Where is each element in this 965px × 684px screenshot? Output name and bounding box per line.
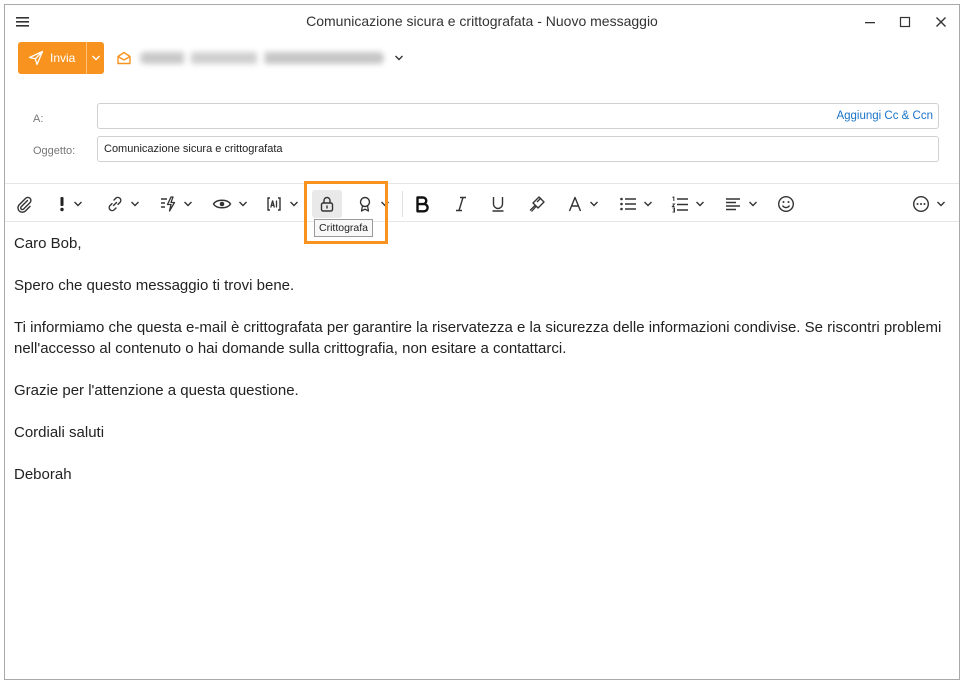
send-button[interactable]: Invia xyxy=(18,42,104,74)
lock-icon xyxy=(320,196,334,212)
paperclip-icon xyxy=(17,196,32,213)
emoji-button[interactable] xyxy=(777,190,795,218)
send-options-button[interactable] xyxy=(87,42,104,74)
ai-assistant-button[interactable] xyxy=(265,190,299,218)
chevron-down-icon xyxy=(937,201,945,207)
bullet-list-icon xyxy=(620,197,636,211)
chevron-down-icon xyxy=(381,201,389,207)
italic-icon xyxy=(456,196,466,212)
chevron-down-icon xyxy=(749,201,757,207)
quick-text-button[interactable] xyxy=(159,190,193,218)
compose-window: Comunicazione sicura e crittografata - N… xyxy=(4,4,960,680)
signature: Deborah xyxy=(14,466,72,483)
bold-icon xyxy=(416,196,429,213)
underline-icon xyxy=(492,197,504,212)
to-label: A: xyxy=(33,113,44,125)
numbered-list-button[interactable] xyxy=(671,190,705,218)
sign-button[interactable] xyxy=(356,190,390,218)
chevron-down-icon xyxy=(696,201,704,207)
subject-field[interactable] xyxy=(97,136,939,162)
chevron-down-icon xyxy=(184,201,192,207)
eye-icon xyxy=(212,199,232,209)
send-main-button[interactable]: Invia xyxy=(18,42,87,74)
subject-label: Oggetto: xyxy=(33,145,76,157)
italic-button[interactable] xyxy=(454,190,468,218)
importance-icon xyxy=(60,197,64,212)
chevron-down-icon xyxy=(74,201,82,207)
from-address-redacted xyxy=(140,52,384,64)
font-color-icon xyxy=(568,196,582,212)
to-input[interactable] xyxy=(98,104,938,128)
toolbar-divider xyxy=(402,191,403,217)
numbered-list-icon xyxy=(671,196,688,213)
toolbar-border xyxy=(5,221,959,222)
read-receipt-button[interactable] xyxy=(212,190,248,218)
attach-button[interactable] xyxy=(15,190,33,218)
more-options-button[interactable] xyxy=(912,190,946,218)
link-button[interactable] xyxy=(106,190,140,218)
title-bar: Comunicazione sicura e crittografata - N… xyxy=(5,5,959,41)
toolbar-border xyxy=(5,183,959,184)
bullet-list-button[interactable] xyxy=(619,190,653,218)
minimize-button[interactable] xyxy=(855,11,885,33)
add-cc-bcc-link[interactable]: Aggiungi Cc & Ccn xyxy=(836,110,933,122)
mail-account-icon xyxy=(117,51,131,65)
chevron-down-icon[interactable] xyxy=(394,54,404,62)
link-icon xyxy=(108,196,122,212)
align-button[interactable] xyxy=(724,190,758,218)
more-icon xyxy=(912,195,930,213)
align-left-icon xyxy=(726,198,740,211)
chevron-down-icon xyxy=(644,201,652,207)
maximize-button[interactable] xyxy=(890,11,920,33)
font-color-button[interactable] xyxy=(567,190,599,218)
underline-button[interactable] xyxy=(490,190,506,218)
chevron-down-icon xyxy=(290,201,298,207)
chevron-down-icon xyxy=(131,201,139,207)
ribbon-icon xyxy=(359,196,371,212)
encrypt-button[interactable] xyxy=(312,190,342,218)
quick-text-icon xyxy=(161,196,176,212)
emoji-icon xyxy=(777,195,795,213)
greeting: Caro Bob, xyxy=(14,235,82,252)
format-painter-icon xyxy=(529,196,545,212)
body-paragraph: Ti informiamo che questa e-mail è critto… xyxy=(14,319,942,357)
subject-input[interactable] xyxy=(98,137,938,161)
send-icon xyxy=(28,50,44,66)
importance-button[interactable] xyxy=(57,190,83,218)
from-account-selector[interactable] xyxy=(116,50,404,66)
window-title: Comunicazione sicura e crittografata - N… xyxy=(306,13,658,29)
closing: Cordiali saluti xyxy=(14,424,105,441)
chevron-down-icon xyxy=(590,201,598,207)
to-field[interactable]: Aggiungi Cc & Ccn xyxy=(97,103,939,129)
body-paragraph: Spero che questo messaggio ti trovi bene… xyxy=(14,277,295,294)
chevron-down-icon xyxy=(91,55,100,61)
format-painter-button[interactable] xyxy=(528,190,546,218)
message-body[interactable]: Caro Bob, Spero che questo messaggio ti … xyxy=(14,233,944,506)
close-button[interactable] xyxy=(926,11,956,33)
send-label: Invia xyxy=(50,51,76,65)
chevron-down-icon xyxy=(239,201,247,207)
bold-button[interactable] xyxy=(414,190,430,218)
body-paragraph: Grazie per l'attenzione a questa questio… xyxy=(14,382,299,399)
ai-icon xyxy=(267,197,281,211)
